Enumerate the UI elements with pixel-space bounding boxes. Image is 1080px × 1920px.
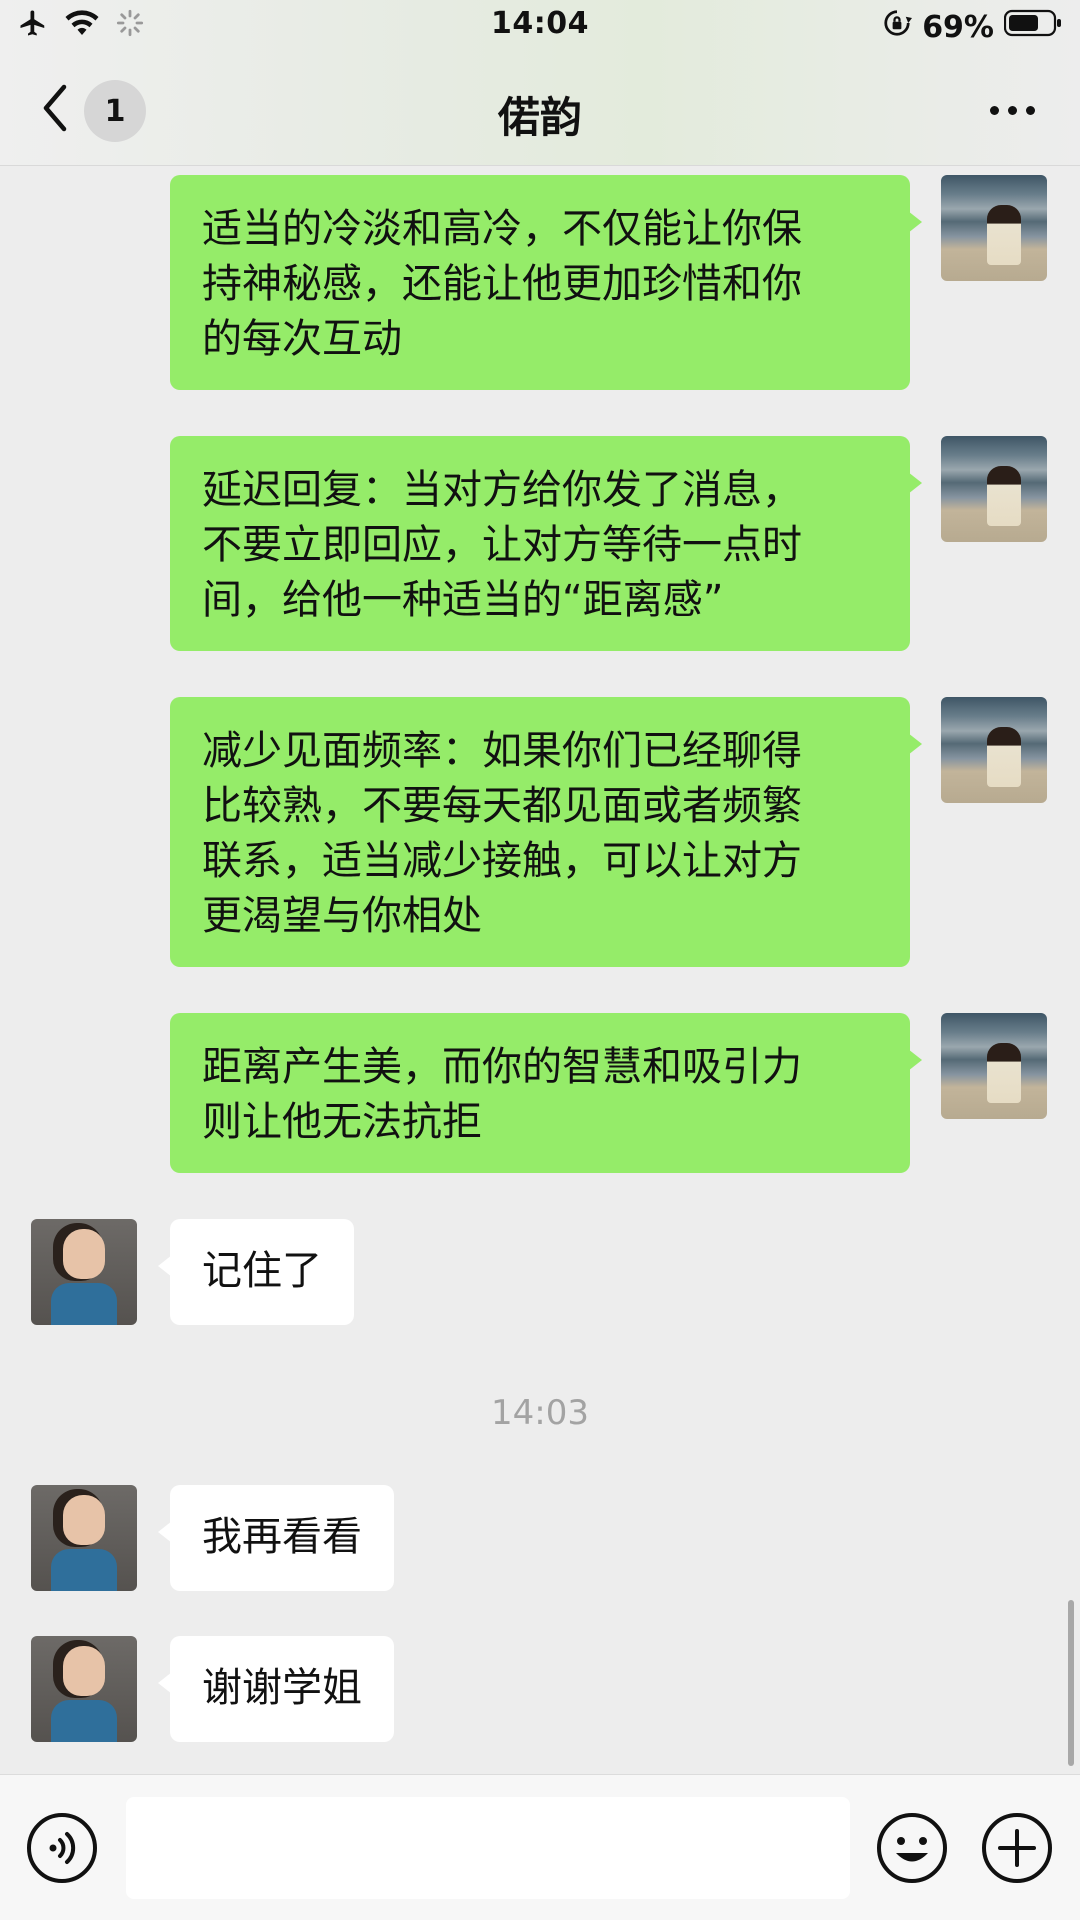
plus-icon bbox=[981, 1813, 1053, 1888]
avatar-figure bbox=[987, 1043, 1021, 1103]
emoji-icon bbox=[876, 1813, 948, 1888]
more-icon-dot bbox=[1007, 105, 1017, 115]
message-bubble-outgoing[interactable]: 延迟回复：当对方给你发了消息， 不要立即回应，让对方等待一点时 间，给他一种适当… bbox=[170, 436, 922, 651]
emoji-button[interactable] bbox=[876, 1812, 948, 1884]
message-timestamp: 14:03 bbox=[491, 1393, 589, 1433]
more-icon-dot bbox=[1025, 105, 1035, 115]
orientation-lock-icon bbox=[882, 8, 913, 46]
my-avatar[interactable] bbox=[941, 436, 1047, 542]
my-avatar[interactable] bbox=[941, 1013, 1047, 1119]
message-bubble-incoming[interactable]: 谢谢学姐 bbox=[158, 1636, 394, 1742]
nav-bar: 1 偌韵 bbox=[0, 62, 1080, 158]
avatar-figure bbox=[987, 466, 1021, 526]
message-bubble-outgoing[interactable]: 减少见面频率：如果你们已经聊得 比较熟，不要每天都见面或者频繁 联系，适当减少接… bbox=[170, 697, 922, 967]
more-icon-dot bbox=[989, 105, 999, 115]
status-bar: 14:04 69% bbox=[0, 0, 1080, 54]
more-button[interactable] bbox=[980, 88, 1044, 132]
message-bubble-outgoing[interactable]: 适当的冷淡和高冷，不仅能让你保 持神秘感，还能让他更加珍惜和你 的每次互动 bbox=[170, 175, 922, 390]
message-input[interactable] bbox=[126, 1797, 850, 1899]
avatar-figure bbox=[987, 205, 1021, 265]
message-bubble-incoming[interactable]: 记住了 bbox=[158, 1219, 354, 1325]
battery-icon bbox=[1003, 8, 1062, 46]
contact-avatar[interactable] bbox=[31, 1636, 137, 1742]
chat-title: 偌韵 bbox=[497, 93, 582, 142]
contact-avatar[interactable] bbox=[31, 1219, 137, 1325]
contact-avatar[interactable] bbox=[31, 1485, 137, 1591]
scrollbar[interactable] bbox=[1068, 1600, 1074, 1766]
my-avatar[interactable] bbox=[941, 697, 1047, 803]
input-bar bbox=[0, 1774, 1080, 1920]
plus-button[interactable] bbox=[981, 1812, 1053, 1884]
status-right: 69% bbox=[882, 8, 1062, 46]
voice-icon bbox=[26, 1813, 98, 1888]
top-bar: 14:04 69% 1 偌韵 bbox=[0, 0, 1080, 166]
battery-percent: 69% bbox=[922, 9, 994, 45]
avatar-body bbox=[51, 1283, 117, 1325]
my-avatar[interactable] bbox=[941, 175, 1047, 281]
avatar-figure bbox=[987, 727, 1021, 787]
message-bubble-incoming[interactable]: 我再看看 bbox=[158, 1485, 394, 1591]
avatar-body bbox=[51, 1700, 117, 1742]
message-bubble-outgoing[interactable]: 距离产生美，而你的智慧和吸引力 则让他无法抗拒 bbox=[170, 1013, 922, 1173]
avatar-head bbox=[63, 1646, 105, 1696]
avatar-body bbox=[51, 1549, 117, 1591]
avatar-head bbox=[63, 1495, 105, 1545]
voice-button[interactable] bbox=[26, 1812, 98, 1884]
avatar-head bbox=[63, 1229, 105, 1279]
